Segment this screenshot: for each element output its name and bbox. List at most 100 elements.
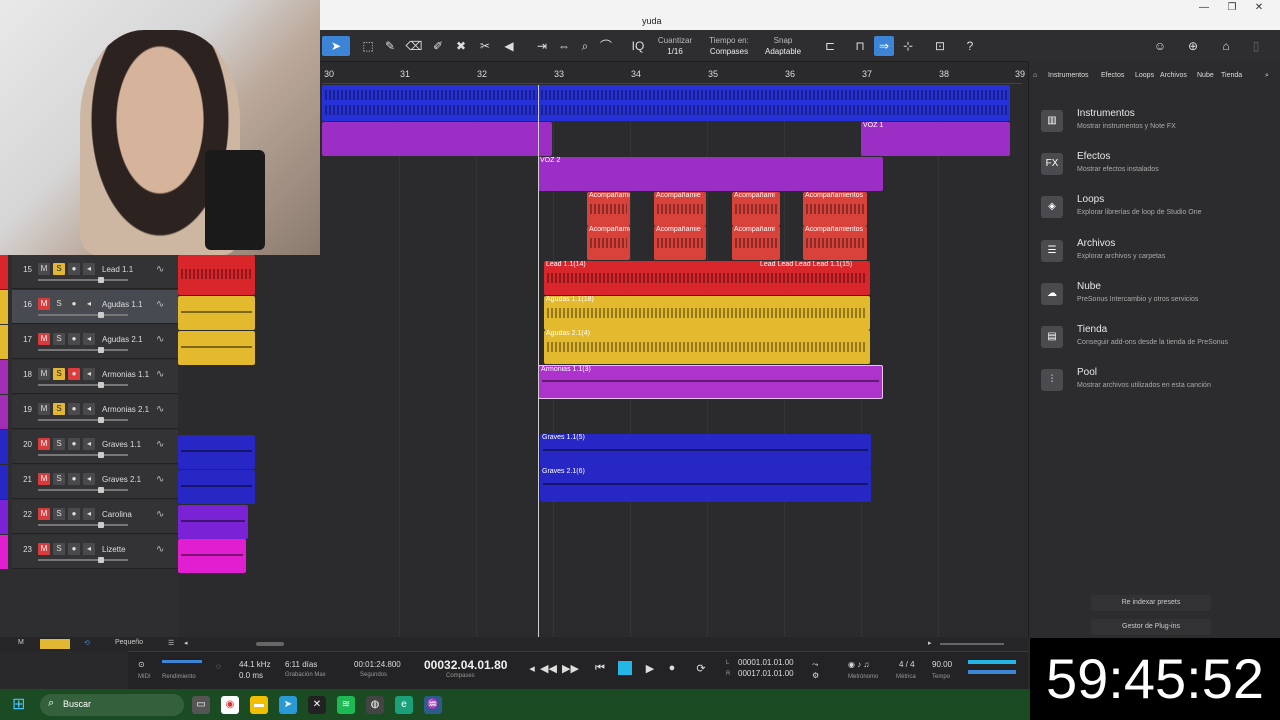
edit-split-icon[interactable]: ⊓: [850, 36, 870, 56]
list-icon[interactable]: ☰: [168, 639, 174, 647]
audio-clip-lizette[interactable]: [178, 539, 246, 573]
tab-nube[interactable]: Nube: [1197, 72, 1214, 79]
page-icon[interactable]: ▯: [1246, 36, 1266, 56]
volume-slider[interactable]: [38, 347, 128, 353]
quantize-selector[interactable]: Cuantizar 1/16: [650, 35, 700, 57]
metronome-icon[interactable]: ◉ ♪ ♫: [848, 660, 869, 669]
volume-slider[interactable]: [38, 277, 128, 283]
mute-button[interactable]: M: [38, 263, 50, 275]
link-icon[interactable]: ⟲: [84, 639, 90, 647]
horizontal-scrollbar[interactable]: [256, 642, 284, 646]
browser-item-nube[interactable]: ☁ Nube PreSonus Intercambio y otros serv…: [1039, 281, 1269, 317]
snap-selector[interactable]: Snap Adaptable: [758, 35, 808, 57]
track-name[interactable]: Graves 2.1: [102, 475, 141, 484]
audio-clip-acomp[interactable]: Acompañamie: [654, 226, 706, 260]
audio-clip-acomp[interactable]: Acompañamie: [654, 192, 706, 226]
seconds-label[interactable]: Segundos: [360, 672, 387, 678]
tab-loops[interactable]: Loops: [1135, 72, 1154, 79]
taskbar-search[interactable]: ⌕ Buscar: [40, 694, 184, 716]
volume-slider[interactable]: [38, 417, 128, 423]
audio-clip-acomp[interactable]: Acompañamientos: [803, 192, 867, 226]
reindex-presets-button[interactable]: Re indexar presets: [1091, 595, 1211, 611]
solo-button[interactable]: S: [53, 543, 65, 555]
mute-button[interactable]: M: [38, 333, 50, 345]
audio-clip-graves1-left[interactable]: [178, 435, 255, 469]
mute-tool-icon[interactable]: ✖: [451, 36, 471, 56]
mute-button[interactable]: M: [38, 473, 50, 485]
audio-clip-top[interactable]: [322, 85, 1010, 121]
track-name[interactable]: Lizette: [102, 545, 126, 554]
audio-clip-lead[interactable]: Lead 1.1(14) Lead Lead Lead Lead 1.1(15): [544, 261, 870, 295]
mute-button[interactable]: M: [38, 403, 50, 415]
search-icon[interactable]: ⌕: [1265, 72, 1269, 80]
monitor-button[interactable]: ◂: [83, 508, 95, 520]
help-icon[interactable]: ?: [960, 36, 980, 56]
browser-item-instrumentos[interactable]: ▥ Instrumentos Mostrar instrumentos y No…: [1039, 108, 1269, 144]
track-header[interactable]: 22 M S ● ◂ Carolina ∿: [0, 500, 178, 534]
audio-clip-agudas1[interactable]: Agudas 1.1(18): [544, 296, 870, 330]
audio-clip-lead-left[interactable]: [178, 255, 255, 295]
scroll-left-icon[interactable]: ◂: [184, 639, 188, 647]
monitor-button[interactable]: ◂: [83, 473, 95, 485]
browser-item-loops[interactable]: ◈ Loops Explorar librerías de loop de St…: [1039, 194, 1269, 230]
audio-clip-armonias[interactable]: Armonias 1.1(3): [538, 365, 883, 399]
track-header[interactable]: 19 M S ● ◂ Armonias 2.1 ∿: [0, 395, 178, 429]
eraser-tool-icon[interactable]: ⌫: [404, 36, 424, 56]
audio-clip-graves2-left[interactable]: [178, 470, 255, 504]
solo-button[interactable]: S: [53, 263, 65, 275]
file-explorer-icon[interactable]: ▬: [250, 696, 268, 714]
tempo-value[interactable]: 90.00: [932, 660, 952, 669]
zoom-slider[interactable]: [940, 643, 1004, 645]
track-name[interactable]: Agudas 1.1: [102, 300, 142, 309]
edge-icon[interactable]: e: [395, 696, 413, 714]
record-arm-button[interactable]: ●: [68, 333, 80, 345]
solo-button[interactable]: S: [53, 438, 65, 450]
audio-clip-graves1[interactable]: Graves 1.1(5): [540, 434, 871, 468]
volume-slider[interactable]: [38, 557, 128, 563]
audio-clip-acomp[interactable]: Acompañamientos: [803, 226, 867, 260]
track-header[interactable]: 21 M S ● ◂ Graves 2.1 ∿: [0, 465, 178, 499]
chrome-icon[interactable]: ◉: [221, 696, 239, 714]
volume-slider[interactable]: [38, 522, 128, 528]
monitor-button[interactable]: ◂: [83, 403, 95, 415]
track-name[interactable]: Carolina: [102, 510, 132, 519]
audio-clip-acomp[interactable]: Acompañami: [587, 192, 630, 226]
monitor-button[interactable]: ◂: [83, 368, 95, 380]
mute-button[interactable]: M: [38, 438, 50, 450]
audio-clip-acomp[interactable]: Acompañami: [732, 226, 780, 260]
mute-button[interactable]: M: [38, 368, 50, 380]
autoscroll-icon[interactable]: ⇥: [532, 36, 552, 56]
arrange-view-left[interactable]: [178, 255, 322, 637]
volume-slider[interactable]: [38, 487, 128, 493]
position-display[interactable]: 00032.04.01.80: [424, 658, 507, 672]
arrow-tool-icon[interactable]: ➤: [322, 36, 350, 56]
solo-button[interactable]: S: [53, 333, 65, 345]
record-arm-button[interactable]: ●: [68, 263, 80, 275]
audio-clip-acomp[interactable]: Acompañami: [587, 226, 630, 260]
zoom-icon[interactable]: ⌕: [575, 36, 595, 56]
track-size-toggle[interactable]: [40, 639, 70, 649]
monitor-button[interactable]: ◂: [83, 333, 95, 345]
windows-start-icon[interactable]: ⊞: [12, 696, 30, 714]
audio-clip-voz2[interactable]: VOZ 2: [538, 157, 883, 191]
tab-instrumentos[interactable]: Instrumentos: [1048, 72, 1088, 79]
record-arm-button[interactable]: ●: [68, 543, 80, 555]
split-tool-icon[interactable]: ✂: [475, 36, 495, 56]
listen-tool-icon[interactable]: ◀: [499, 36, 519, 56]
record-arm-button[interactable]: ●: [68, 438, 80, 450]
track-name[interactable]: Graves 1.1: [102, 440, 141, 449]
track-header[interactable]: 16 M S ● ◂ Agudas 1.1 ∿: [0, 290, 178, 324]
time-signature[interactable]: 4 / 4: [899, 660, 915, 669]
mute-button[interactable]: M: [38, 508, 50, 520]
mute-button[interactable]: M: [38, 298, 50, 310]
solo-button[interactable]: S: [53, 298, 65, 310]
audio-clip-voz[interactable]: [322, 122, 552, 156]
stop-button[interactable]: [618, 661, 632, 675]
monitor-button[interactable]: ◂: [83, 263, 95, 275]
monitor-button[interactable]: ◂: [83, 298, 95, 310]
play-icon[interactable]: ▶: [642, 662, 658, 675]
loop-icon[interactable]: ⟳: [690, 662, 712, 675]
track-name[interactable]: Armonias 2.1: [102, 405, 149, 414]
browser-item-efectos[interactable]: FX Efectos Mostrar efectos instalados: [1039, 151, 1269, 187]
record-icon[interactable]: ●: [664, 662, 680, 674]
